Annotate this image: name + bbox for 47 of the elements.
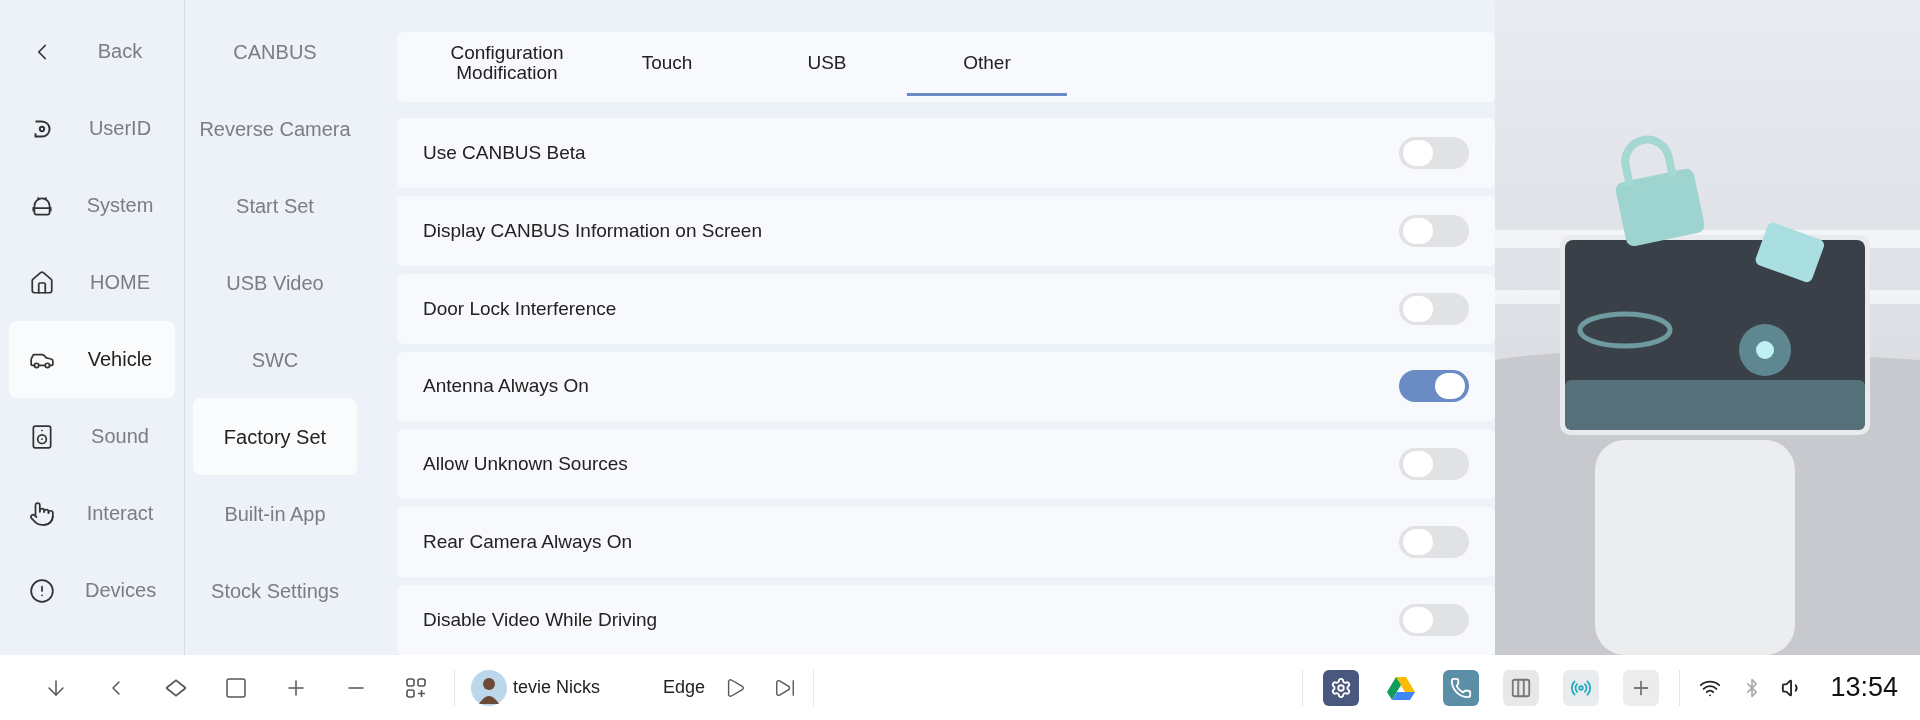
setting-label: Allow Unknown Sources	[423, 453, 628, 476]
toggle-switch[interactable]	[1399, 526, 1469, 559]
nav-item[interactable]: Sound	[9, 398, 175, 475]
submenu-item[interactable]: Built-in App	[193, 475, 357, 552]
submenu-item[interactable]: CANBUS	[193, 13, 357, 90]
submenu-item[interactable]: Stock Settings	[193, 552, 357, 629]
toggle-switch[interactable]	[1399, 604, 1469, 637]
media-artist: tevie Nicks	[513, 677, 602, 698]
nav-item[interactable]: HOME	[9, 244, 175, 321]
speaker-icon	[29, 423, 55, 450]
nav-item[interactable]: UserID	[9, 90, 175, 167]
nav-item[interactable]: Interact	[9, 475, 175, 552]
setting-label: Display CANBUS Information on Screen	[423, 219, 762, 242]
settings-app-icon[interactable]	[1323, 669, 1360, 706]
setting-label: Antenna Always On	[423, 375, 589, 398]
submenu-item[interactable]: SWC	[193, 321, 357, 398]
setting-label: Use CANBUS Beta	[423, 141, 586, 164]
submenu-item[interactable]: Reverse Camera	[193, 90, 357, 167]
media-title: Edge	[663, 677, 706, 698]
setting-label: Door Lock Interference	[423, 297, 617, 320]
home-icon	[29, 269, 55, 296]
add-app-icon[interactable]	[1623, 669, 1660, 706]
submenu-item[interactable]: USB Video	[193, 244, 357, 321]
tab[interactable]: Other	[907, 32, 1067, 96]
tab[interactable]: Configuration Modification	[427, 32, 587, 96]
radio-app-icon[interactable]	[1563, 669, 1600, 706]
clock: 13:54	[1830, 672, 1898, 703]
alert-icon	[29, 577, 55, 604]
toggle-switch[interactable]	[1399, 370, 1469, 403]
tab[interactable]: Touch	[587, 32, 747, 96]
pointer-icon	[29, 500, 55, 527]
toggle-switch[interactable]	[1399, 214, 1469, 247]
columns-app-icon[interactable]	[1503, 669, 1540, 706]
tab[interactable]: USB	[747, 32, 907, 96]
album-art-icon	[471, 669, 507, 706]
submenu-item[interactable]: Start Set	[193, 167, 357, 244]
setting-label: Rear Camera Always On	[423, 531, 633, 554]
toggle-switch[interactable]	[1399, 292, 1469, 325]
nav-item[interactable]: System	[9, 167, 175, 244]
toggle-switch[interactable]	[1399, 448, 1469, 481]
phone-app-icon[interactable]	[1443, 669, 1480, 706]
setting-label: Disable Video While Driving	[423, 609, 658, 632]
toggle-switch[interactable]	[1399, 136, 1469, 169]
nav-item[interactable]: Vehicle	[9, 321, 175, 398]
nav-item[interactable]: Back	[9, 13, 175, 90]
submenu-item[interactable]: Factory Set	[193, 398, 357, 475]
nav-item[interactable]: Devices	[9, 552, 175, 629]
